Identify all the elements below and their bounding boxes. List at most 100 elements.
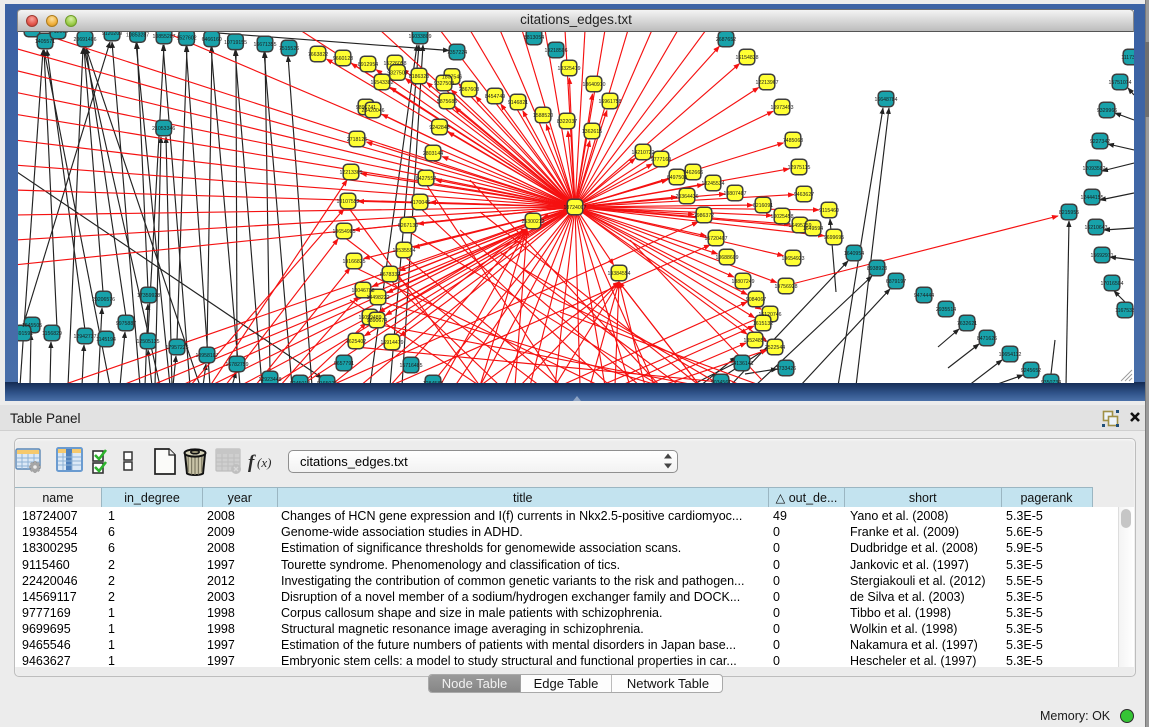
svg-text:13325419: 13325419 bbox=[557, 66, 580, 72]
svg-text:17957225: 17957225 bbox=[165, 345, 188, 351]
svg-text:8267130: 8267130 bbox=[398, 223, 418, 229]
svg-text:13524851: 13524851 bbox=[743, 338, 766, 344]
svg-text:8186328: 8186328 bbox=[409, 74, 429, 80]
svg-text:1117333: 1117333 bbox=[1121, 55, 1134, 61]
svg-text:9245013: 9245013 bbox=[290, 381, 310, 383]
svg-text:12505135: 12505135 bbox=[136, 339, 159, 345]
svg-text:1588520: 1588520 bbox=[533, 113, 553, 119]
svg-text:12975115: 12975115 bbox=[788, 165, 811, 171]
svg-text:16231337: 16231337 bbox=[20, 32, 43, 33]
svg-text:16671355: 16671355 bbox=[253, 42, 276, 48]
svg-text:10807487: 10807487 bbox=[723, 191, 746, 197]
svg-text:17016504: 17016504 bbox=[1100, 281, 1123, 287]
svg-text:1733426: 1733426 bbox=[776, 366, 796, 372]
svg-text:6879197: 6879197 bbox=[886, 279, 906, 285]
svg-text:9165025: 9165025 bbox=[317, 381, 337, 383]
svg-text:21053346: 21053346 bbox=[152, 126, 175, 132]
svg-text:7625402: 7625402 bbox=[346, 339, 366, 345]
svg-text:12942737: 12942737 bbox=[73, 334, 96, 340]
svg-text:9227342: 9227342 bbox=[1090, 139, 1110, 145]
svg-text:10958107: 10958107 bbox=[195, 353, 218, 359]
svg-text:7485063: 7485063 bbox=[783, 138, 803, 144]
svg-text:9034561: 9034561 bbox=[711, 380, 731, 383]
svg-text:8454749: 8454749 bbox=[485, 94, 505, 100]
svg-text:9777169: 9777169 bbox=[651, 157, 671, 163]
svg-text:2391591: 2391591 bbox=[18, 331, 33, 337]
svg-text:9660123: 9660123 bbox=[333, 56, 353, 62]
svg-text:f: f bbox=[248, 452, 256, 473]
svg-text:12093582: 12093582 bbox=[1082, 166, 1105, 172]
svg-text:1362615: 1362615 bbox=[582, 129, 602, 135]
svg-text:16648784: 16648784 bbox=[874, 97, 897, 103]
svg-text:7712905: 7712905 bbox=[48, 32, 68, 35]
svg-text:15692971: 15692971 bbox=[1090, 253, 1113, 259]
svg-text:1405571: 1405571 bbox=[35, 39, 55, 45]
svg-text:14498222: 14498222 bbox=[366, 295, 389, 301]
svg-text:16033809: 16033809 bbox=[408, 34, 431, 40]
svg-text:9474444: 9474444 bbox=[914, 293, 934, 299]
svg-text:19654985: 19654985 bbox=[332, 229, 355, 235]
svg-text:13535594: 13535594 bbox=[392, 248, 415, 254]
svg-text:16120746: 16120746 bbox=[758, 312, 781, 318]
svg-text:1527602: 1527602 bbox=[176, 36, 196, 42]
svg-text:15751074: 15751074 bbox=[1108, 80, 1131, 86]
svg-text:1615132: 1615132 bbox=[753, 321, 773, 327]
svg-text:18245534: 18245534 bbox=[701, 181, 724, 187]
svg-text:17359928: 17359928 bbox=[137, 293, 160, 299]
svg-text:6216091: 6216091 bbox=[753, 203, 773, 209]
svg-text:8813054: 8813054 bbox=[524, 35, 544, 41]
svg-text:7462666: 7462666 bbox=[683, 170, 703, 176]
svg-text:2522544: 2522544 bbox=[765, 345, 785, 351]
svg-text:20364436: 20364436 bbox=[675, 194, 698, 200]
svg-text:8678332: 8678332 bbox=[380, 272, 400, 278]
svg-text:2803144: 2803144 bbox=[423, 151, 443, 157]
svg-text:8322037: 8322037 bbox=[557, 119, 577, 125]
svg-text:12213967: 12213967 bbox=[755, 80, 778, 86]
svg-text:16961758: 16961758 bbox=[598, 99, 621, 105]
svg-text:20206576: 20206576 bbox=[92, 297, 115, 303]
svg-text:1167533: 1167533 bbox=[1115, 308, 1134, 314]
svg-text:9146821: 9146821 bbox=[508, 100, 528, 106]
svg-text:9115460: 9115460 bbox=[819, 208, 839, 214]
svg-text:8912954: 8912954 bbox=[358, 62, 378, 68]
svg-text:5875685: 5875685 bbox=[437, 99, 457, 105]
svg-text:19218506: 19218506 bbox=[544, 48, 567, 54]
svg-text:9329966: 9329966 bbox=[1097, 108, 1117, 114]
svg-text:18640910: 18640910 bbox=[582, 82, 605, 88]
svg-text:9657791: 9657791 bbox=[334, 361, 354, 367]
svg-text:1807546: 1807546 bbox=[442, 75, 462, 81]
svg-text:20691406: 20691406 bbox=[73, 37, 96, 43]
svg-text:16782759: 16782759 bbox=[225, 362, 248, 368]
svg-text:9975887: 9975887 bbox=[116, 321, 136, 327]
svg-text:7986372: 7986372 bbox=[694, 213, 714, 219]
svg-text:1145194: 1145194 bbox=[96, 337, 116, 343]
svg-text:10719155: 10719155 bbox=[224, 40, 247, 46]
svg-text:10107552: 10107552 bbox=[336, 199, 359, 205]
svg-text:9242848: 9242848 bbox=[429, 125, 449, 131]
svg-text:19756928: 19756928 bbox=[774, 284, 797, 290]
svg-text:7632621: 7632621 bbox=[957, 321, 977, 327]
svg-text:9350734: 9350734 bbox=[1041, 380, 1061, 383]
svg-text:2687652: 2687652 bbox=[716, 37, 736, 43]
svg-text:16543382: 16543382 bbox=[370, 80, 393, 86]
svg-text:10046788: 10046788 bbox=[351, 288, 374, 294]
svg-text:15720407: 15720407 bbox=[704, 236, 727, 242]
svg-text:2718126: 2718126 bbox=[347, 137, 367, 143]
svg-text:10855287: 10855287 bbox=[152, 34, 175, 40]
svg-text:1645505: 1645505 bbox=[22, 323, 42, 329]
svg-text:1649594: 1649594 bbox=[803, 226, 823, 232]
svg-text:7357224: 7357224 bbox=[447, 50, 467, 56]
svg-text:14136141: 14136141 bbox=[730, 361, 753, 367]
svg-text:16914479: 16914479 bbox=[380, 340, 403, 346]
svg-text:4170046: 4170046 bbox=[410, 200, 430, 206]
svg-text:8938923: 8938923 bbox=[867, 266, 887, 272]
svg-text:9327503: 9327503 bbox=[387, 71, 407, 77]
svg-text:18807249: 18807249 bbox=[731, 279, 754, 285]
svg-text:12213369: 12213369 bbox=[339, 170, 362, 176]
svg-text:15716485: 15716485 bbox=[399, 363, 422, 369]
svg-text:14210722: 14210722 bbox=[631, 150, 654, 156]
svg-text:19654923: 19654923 bbox=[781, 256, 804, 262]
svg-text:15226058: 15226058 bbox=[383, 61, 406, 67]
svg-text:9463627: 9463627 bbox=[794, 192, 814, 198]
svg-text:12923448: 12923448 bbox=[258, 377, 281, 383]
